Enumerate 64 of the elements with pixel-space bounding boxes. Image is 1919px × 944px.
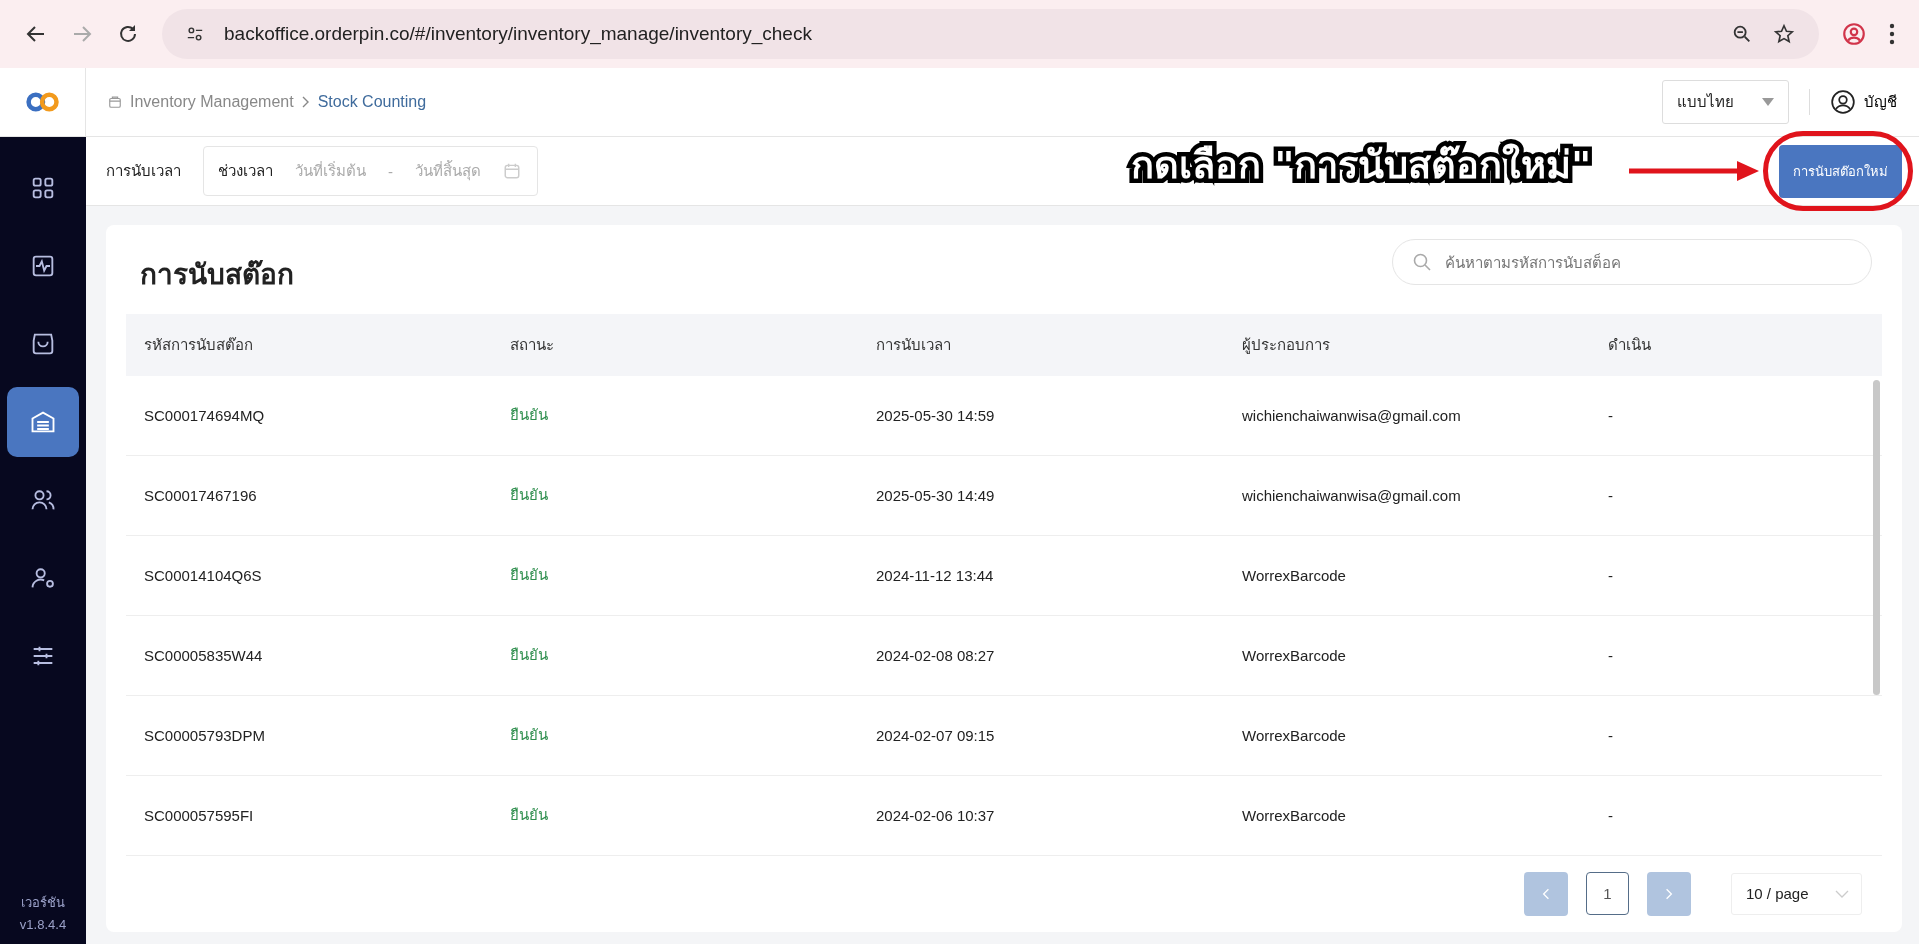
table-cell: 2024-02-06 10:37 [858, 775, 1224, 856]
chevron-down-icon [1835, 889, 1849, 898]
account-icon[interactable] [1830, 89, 1856, 115]
profile-icon[interactable] [1841, 21, 1867, 47]
version-label: เวอร์ชัน [21, 894, 65, 912]
table-cell: SC000174694MQ [126, 375, 492, 456]
page-number-button[interactable]: 1 [1586, 872, 1629, 916]
calendar-icon [503, 162, 521, 180]
caret-icon [1762, 98, 1774, 106]
status-text: ยืนยัน [492, 535, 858, 616]
filter-label: การนับเวลา [106, 161, 181, 181]
box-icon [108, 95, 122, 109]
table-cell: SC00014104Q6S [126, 535, 492, 616]
breadcrumb-link[interactable]: Stock Counting [317, 93, 427, 111]
table-cell: 2024-02-08 08:27 [858, 615, 1224, 696]
table-cell: 2025-05-30 14:59 [858, 375, 1224, 456]
column-header: การนับเวลา [858, 313, 1224, 376]
table-cell: wichienchaiwanwisa@gmail.com [1224, 375, 1590, 456]
search-field[interactable]: ค้นหาตามรหัสการนับสต็อค [1392, 239, 1872, 286]
url-text: backoffice.orderpin.co/#/inventory/inventory_manage/inventory_check [224, 23, 813, 45]
table-cell: SC00005835W44 [126, 615, 492, 696]
table-cell: wichienchaiwanwisa@gmail.com [1224, 455, 1590, 536]
scrollbar[interactable] [1873, 379, 1880, 695]
menu-icon[interactable] [1889, 23, 1895, 45]
address-bar[interactable]: backoffice.orderpin.co/#/inventory/inventory_manage/inventory_check [162, 9, 1819, 59]
language-select[interactable]: แบบไทย [1662, 80, 1789, 124]
status-text: ยืนยัน [492, 455, 858, 536]
zoom-out-icon[interactable] [1731, 23, 1753, 45]
sidebar-item[interactable] [7, 387, 79, 457]
table-cell: SC00017467196 [126, 455, 492, 536]
logo-icon[interactable] [24, 91, 61, 113]
table-cell: WorrexBarcode [1224, 615, 1590, 696]
table-cell: - [1590, 695, 1882, 776]
page-title: การนับสต๊อก [140, 257, 294, 294]
breadcrumb-link[interactable]: Inventory Management [130, 93, 294, 111]
table-cell: SC000057595FI [126, 775, 492, 856]
column-header: สถานะ [492, 313, 858, 376]
table-cell: - [1590, 775, 1882, 856]
new-stock-count-button[interactable]: การนับสต๊อกใหม่ [1779, 144, 1902, 198]
version-number: v1.8.4.4 [19, 917, 67, 932]
chevron-icon [301, 96, 310, 108]
chevron-left-icon [1542, 886, 1550, 901]
table-cell: 2024-11-12 13:44 [858, 535, 1224, 616]
table-cell: WorrexBarcode [1224, 775, 1590, 856]
table-cell: 2025-05-30 14:49 [858, 455, 1224, 536]
search-icon [1412, 252, 1432, 273]
column-header: ดำเนิน [1590, 313, 1882, 376]
site-settings-icon[interactable] [186, 25, 204, 43]
annotation-text: กดเลือก "การนับสต๊อกใหม่" [1123, 137, 1599, 195]
chevron-right-icon [1665, 886, 1673, 901]
status-text: ยืนยัน [492, 615, 858, 696]
status-text: ยืนยัน [492, 695, 858, 776]
table-cell: WorrexBarcode [1224, 695, 1590, 776]
table-cell: 2024-02-07 09:15 [858, 695, 1224, 776]
table-cell: WorrexBarcode [1224, 535, 1590, 616]
table-cell: SC00005793DPM [126, 695, 492, 776]
page-size-select[interactable]: 10 / page [1731, 872, 1862, 915]
status-text: ยืนยัน [492, 775, 858, 856]
account-label[interactable]: บัญชี [1864, 90, 1897, 114]
column-header: ผู้ประกอบการ [1224, 313, 1590, 376]
star-icon[interactable] [1773, 23, 1795, 45]
date-range-field[interactable]: ช่วงเวลา วันที่เริ่มต้น - วันที่สิ้นสุด [203, 146, 538, 196]
status-text: ยืนยัน [492, 375, 858, 456]
column-header: รหัสการนับสต๊อก [126, 313, 492, 376]
